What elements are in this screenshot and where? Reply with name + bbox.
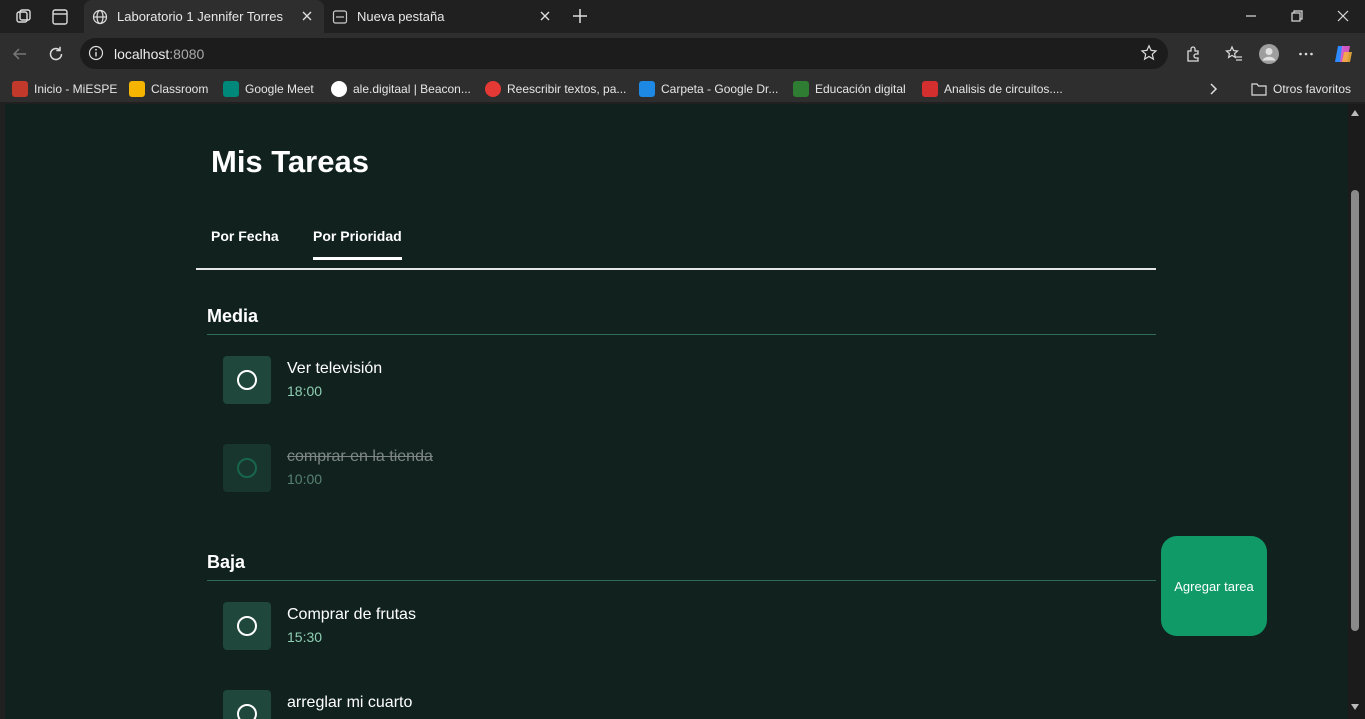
task-name: Ver televisión: [287, 360, 383, 377]
rewrite-icon: [485, 81, 501, 97]
tab-por-prioridad[interactable]: Por Prioridad: [313, 228, 402, 260]
close-icon[interactable]: [300, 9, 314, 23]
task-checkbox[interactable]: [223, 444, 271, 492]
circle-unchecked-icon: [237, 704, 257, 719]
bookmark-reescribir[interactable]: Reescribir textos, pa...: [485, 80, 626, 98]
new-tab-page-icon: [332, 9, 348, 25]
bookmark-classroom[interactable]: Classroom: [129, 80, 208, 98]
bookmark-inicio-miespe[interactable]: Inicio - MiESPE: [12, 80, 117, 98]
circle-checked-icon: [237, 458, 257, 478]
tab-laboratorio[interactable]: Laboratorio 1 Jennifer Torres: [84, 0, 324, 33]
url-port: :8080: [169, 46, 205, 62]
bookmark-label: Carpeta - Google Dr...: [661, 82, 779, 96]
task-name: Comprar de frutas: [287, 606, 416, 623]
add-task-button[interactable]: Agregar tarea: [1161, 536, 1267, 636]
task-time: 10:00: [287, 471, 323, 487]
task-time: 15:30: [287, 629, 323, 645]
profile-avatar-icon[interactable]: [1258, 43, 1280, 65]
circle-unchecked-icon: [237, 616, 257, 636]
circle-unchecked-icon: [237, 370, 257, 390]
bookmark-beacon[interactable]: ale.digitaal | Beacon...: [331, 80, 471, 98]
tab-title: Nueva pestaña: [357, 9, 445, 24]
pdf-icon: [922, 81, 938, 97]
bookmark-label: Reescribir textos, pa...: [507, 82, 627, 96]
bookmarks-overflow-chevron-icon[interactable]: [1207, 80, 1219, 98]
extensions-icon[interactable]: [1182, 43, 1204, 65]
page-viewport: Mis Tareas Por Fecha Por Prioridad Media…: [5, 104, 1348, 719]
view-tabs: Por Fecha Por Prioridad: [196, 224, 1156, 270]
back-arrow-icon[interactable]: [9, 43, 31, 65]
task-item: Ver televisión 18:00: [223, 356, 923, 404]
page-title: Mis Tareas: [211, 144, 369, 179]
globe-icon: [92, 9, 108, 25]
educacion-icon: [793, 81, 809, 97]
task-checkbox[interactable]: [223, 602, 271, 650]
bookmark-google-meet[interactable]: Google Meet: [223, 80, 314, 98]
section-title-baja: Baja: [207, 552, 246, 572]
task-checkbox[interactable]: [223, 690, 271, 719]
browser-toolbar: localhost:8080: [0, 33, 1365, 75]
miespe-icon: [12, 81, 28, 97]
url-text: localhost:8080: [114, 46, 204, 62]
bookmark-label: Analisis de circuitos....: [944, 82, 1063, 96]
favorites-icon[interactable]: [1223, 43, 1245, 65]
section-title-media: Media: [207, 306, 259, 326]
bookmark-educacion-digital[interactable]: Educación digital: [793, 80, 906, 98]
task-name: comprar en la tienda: [287, 448, 433, 465]
restore-icon[interactable]: [1289, 8, 1305, 24]
scroll-down-arrow-icon[interactable]: [1351, 704, 1359, 710]
task-item: Comprar de frutas 15:30: [223, 602, 923, 650]
google-drive-icon: [639, 81, 655, 97]
bookmark-google-drive[interactable]: Carpeta - Google Dr...: [639, 80, 778, 98]
close-icon[interactable]: [538, 9, 552, 23]
other-favorites-label: Otros favoritos: [1273, 82, 1352, 96]
task-time: 18:00: [287, 383, 323, 399]
scrollbar-thumb[interactable]: [1351, 190, 1359, 631]
more-options-icon[interactable]: [1295, 43, 1317, 65]
bookmark-label: Google Meet: [245, 82, 314, 96]
vertical-tabs-icon[interactable]: [49, 6, 71, 28]
section-divider: [207, 334, 1156, 335]
google-meet-icon: [223, 81, 239, 97]
task-item: arreglar mi cuarto: [223, 690, 923, 719]
page-scrollbar[interactable]: [1348, 104, 1365, 719]
minimize-icon[interactable]: [1243, 8, 1259, 24]
reload-icon[interactable]: [45, 43, 67, 65]
window-close-icon[interactable]: [1335, 8, 1351, 24]
bookmark-label: ale.digitaal | Beacon...: [353, 82, 471, 96]
classroom-icon: [129, 81, 145, 97]
section-divider: [207, 580, 1156, 581]
bookmark-analisis-circuitos[interactable]: Analisis de circuitos....: [922, 80, 1063, 98]
workspaces-icon[interactable]: [13, 6, 35, 28]
bookmarks-bar: Inicio - MiESPE Classroom Google Meet al…: [0, 75, 1365, 102]
tab-por-fecha[interactable]: Por Fecha: [211, 228, 279, 257]
tab-title: Laboratorio 1 Jennifer Torres: [117, 9, 283, 24]
favorite-star-icon[interactable]: [1140, 44, 1158, 62]
new-tab-plus-icon[interactable]: [570, 6, 590, 26]
url-host: localhost: [114, 46, 170, 62]
bookmark-label: Classroom: [151, 82, 209, 96]
bookmark-label: Inicio - MiESPE: [34, 82, 118, 96]
address-bar[interactable]: localhost:8080: [80, 38, 1168, 69]
browser-titlebar: Laboratorio 1 Jennifer Torres Nueva pest…: [0, 0, 1365, 33]
task-checkbox[interactable]: [223, 356, 271, 404]
bookmark-label: Educación digital: [815, 82, 906, 96]
copilot-icon[interactable]: [1332, 43, 1354, 65]
other-favorites-folder[interactable]: Otros favoritos: [1251, 80, 1351, 98]
site-info-icon[interactable]: [88, 45, 104, 61]
task-name: arreglar mi cuarto: [287, 694, 413, 711]
task-item-completed: comprar en la tienda 10:00: [223, 444, 923, 492]
tab-nueva-pestana[interactable]: Nueva pestaña: [324, 0, 562, 33]
beacon-icon: [331, 81, 347, 97]
folder-icon: [1251, 82, 1267, 96]
scroll-up-arrow-icon[interactable]: [1351, 110, 1359, 116]
